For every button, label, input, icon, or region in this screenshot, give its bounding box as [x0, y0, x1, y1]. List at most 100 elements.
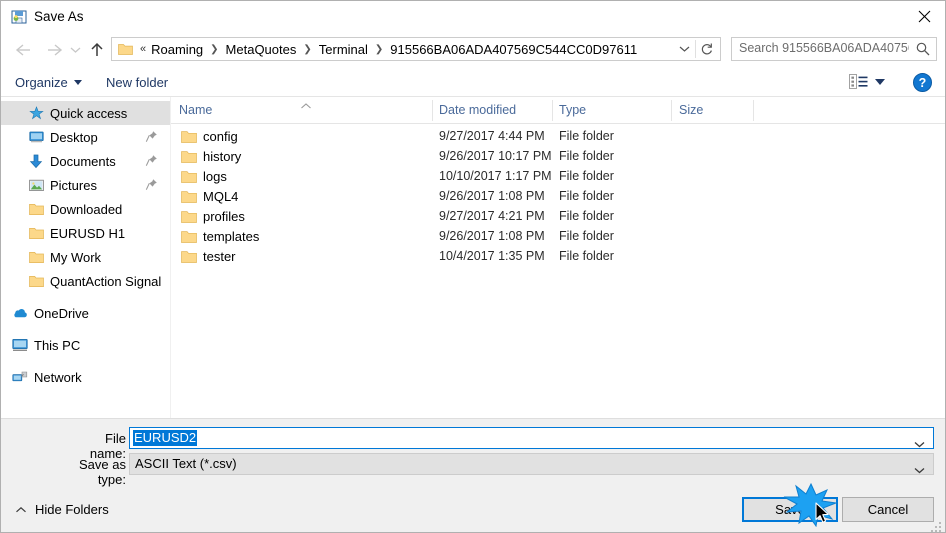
cell-type: File folder: [559, 129, 614, 143]
sidebar-item-downloaded[interactable]: Downloaded: [1, 197, 170, 221]
sidebar-item-pictures[interactable]: Pictures: [1, 173, 170, 197]
cell-name: logs: [203, 169, 227, 184]
new-folder-button[interactable]: New folder: [106, 71, 168, 93]
save-as-type-select[interactable]: ASCII Text (*.csv): [129, 453, 934, 475]
file-name-value: EURUSD2: [133, 430, 198, 446]
folder-icon: [181, 129, 197, 144]
cancel-button-label: Cancel: [867, 502, 909, 517]
save-button[interactable]: Save: [742, 497, 838, 522]
table-row[interactable]: tester 10/4/2017 1:35 PM File folder: [171, 247, 945, 267]
arrow-right-icon[interactable]: [43, 39, 65, 61]
cell-date-modified: 9/27/2017 4:21 PM: [439, 209, 545, 223]
breadcrumb-separator[interactable]: ❯: [371, 44, 387, 55]
sidebar-item-this-pc[interactable]: This PC: [1, 333, 170, 357]
sidebar-item-label: Documents: [50, 153, 116, 169]
star-icon: [28, 105, 44, 121]
folder-icon: [181, 209, 197, 224]
sidebar-item-network[interactable]: Network: [1, 365, 170, 389]
file-list: Name Date modified Type Size config 9/27…: [171, 97, 945, 418]
navigation-pane: Quick access Desktop Documents Pictures …: [1, 97, 170, 418]
breadcrumb-item-roaming[interactable]: Roaming: [148, 42, 206, 57]
sort-ascending-icon: [299, 97, 313, 115]
file-name-input[interactable]: EURUSD2: [129, 427, 934, 449]
sidebar-item-label: EURUSD H1: [50, 225, 126, 241]
cancel-button[interactable]: Cancel: [842, 497, 934, 522]
picture-icon: [28, 177, 44, 193]
sidebar-item-label: OneDrive: [34, 305, 89, 321]
save-button-label: Save: [775, 502, 805, 517]
column-divider[interactable]: [671, 100, 672, 121]
chevron-down-icon: [73, 79, 82, 85]
chevron-down-icon[interactable]: [914, 461, 925, 479]
view-layout-icon[interactable]: [849, 73, 869, 91]
arrow-up-icon[interactable]: [86, 39, 108, 61]
column-header-date-modified[interactable]: Date modified: [439, 97, 516, 123]
table-row[interactable]: history 9/26/2017 10:17 PM File folder: [171, 147, 945, 167]
table-row[interactable]: templates 9/26/2017 1:08 PM File folder: [171, 227, 945, 247]
chevron-down-icon[interactable]: [914, 435, 925, 453]
table-row[interactable]: MQL4 9/26/2017 1:08 PM File folder: [171, 187, 945, 207]
cell-name: tester: [203, 249, 236, 264]
breadcrumb-item-metaquotes[interactable]: MetaQuotes: [223, 42, 300, 57]
table-row[interactable]: profiles 9/27/2017 4:21 PM File folder: [171, 207, 945, 227]
column-header-name[interactable]: Name: [179, 97, 212, 123]
hide-folders-button[interactable]: Hide Folders: [15, 502, 109, 517]
folder-icon: [181, 249, 197, 264]
cell-type: File folder: [559, 169, 614, 183]
sidebar-item-label: Quick access: [50, 105, 128, 121]
network-icon: [12, 369, 28, 385]
folder-icon: [181, 229, 197, 244]
folder-icon: [118, 42, 133, 56]
column-divider[interactable]: [432, 100, 433, 121]
resize-grip[interactable]: [931, 519, 943, 532]
sidebar-item-onedrive[interactable]: OneDrive: [1, 301, 170, 325]
refresh-icon[interactable]: [696, 38, 718, 60]
organize-button[interactable]: Organize: [15, 71, 82, 93]
sidebar-item-label: Downloaded: [50, 201, 123, 217]
folder-icon: [28, 273, 44, 289]
close-icon[interactable]: [901, 1, 945, 31]
table-row[interactable]: config 9/27/2017 4:44 PM File folder: [171, 127, 945, 147]
cell-date-modified: 9/26/2017 10:17 PM: [439, 149, 552, 163]
breadcrumb-overflow[interactable]: «: [138, 43, 148, 55]
help-icon[interactable]: ?: [913, 73, 932, 92]
breadcrumb-item-terminal[interactable]: Terminal: [316, 42, 371, 57]
table-row[interactable]: logs 10/10/2017 1:17 PM File folder: [171, 167, 945, 187]
cell-name: templates: [203, 229, 260, 244]
cell-date-modified: 9/27/2017 4:44 PM: [439, 129, 545, 143]
sidebar-item-label: This PC: [34, 337, 81, 353]
sidebar-item-quick-access[interactable]: Quick access: [1, 101, 170, 125]
column-header-type[interactable]: Type: [559, 97, 586, 123]
cell-type: File folder: [559, 249, 614, 263]
search-input[interactable]: Search 915566BA06ADA40756...: [731, 37, 937, 61]
arrow-left-icon[interactable]: [13, 39, 35, 61]
chevron-down-icon[interactable]: [674, 38, 694, 60]
folder-icon: [181, 189, 197, 204]
file-rows: config 9/27/2017 4:44 PM File folder his…: [171, 124, 945, 267]
save-as-dialog: Save As « Roaming ❯ MetaQuotes ❯ Termina…: [0, 0, 946, 533]
hide-folders-label: Hide Folders: [35, 502, 109, 517]
breadcrumb-item-terminal-id[interactable]: 915566BA06ADA407569C544CC0D97611: [387, 42, 640, 57]
sidebar-item-eurusd-h1[interactable]: EURUSD H1: [1, 221, 170, 245]
chevron-down-icon[interactable]: [875, 79, 885, 85]
sidebar-item-documents[interactable]: Documents: [1, 149, 170, 173]
column-divider[interactable]: [753, 100, 754, 121]
onedrive-cloud-icon: [12, 305, 28, 321]
sidebar-item-quantaction-signal[interactable]: QuantAction Signal: [1, 269, 170, 293]
sidebar-item-desktop[interactable]: Desktop: [1, 125, 170, 149]
breadcrumb-separator[interactable]: ❯: [206, 44, 222, 55]
download-arrow-icon: [28, 153, 44, 169]
pin-icon[interactable]: [145, 130, 158, 143]
folder-icon: [181, 169, 197, 184]
chevron-down-icon[interactable]: [67, 39, 83, 61]
search-icon[interactable]: [915, 41, 931, 57]
column-divider[interactable]: [552, 100, 553, 121]
column-header-size[interactable]: Size: [679, 97, 703, 123]
pin-icon[interactable]: [145, 154, 158, 167]
sidebar-item-label: My Work: [50, 249, 102, 265]
address-bar[interactable]: « Roaming ❯ MetaQuotes ❯ Terminal ❯ 9155…: [111, 37, 721, 61]
pin-icon[interactable]: [145, 178, 158, 191]
sidebar-item-my-work[interactable]: My Work: [1, 245, 170, 269]
folder-icon: [28, 201, 44, 217]
breadcrumb-separator[interactable]: ❯: [299, 44, 315, 55]
